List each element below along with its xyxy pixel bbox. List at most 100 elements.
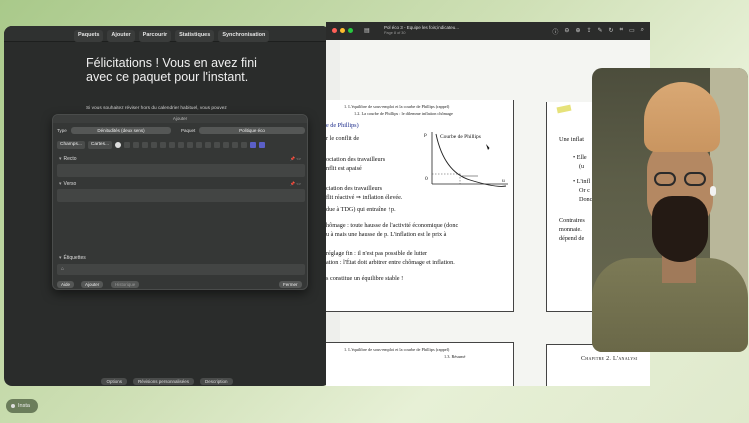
history-button[interactable]: Historique xyxy=(111,281,140,288)
nav-sync[interactable]: Synchronisation xyxy=(218,30,270,42)
nav-add[interactable]: Ajouter xyxy=(107,30,135,42)
pdf-page-2: 1. L'équilibre de sous-emploi et la cour… xyxy=(326,342,514,386)
text-line: (u xyxy=(579,163,585,170)
rotate-icon[interactable]: ↻ xyxy=(609,27,614,36)
align-icon[interactable] xyxy=(205,141,212,148)
search-icon[interactable]: ⌕ xyxy=(641,27,644,36)
collapse-icon[interactable]: ▾ xyxy=(59,181,62,187)
math-icon[interactable] xyxy=(232,141,239,148)
type-deck-row: Type Dénitudités (deux sens) Paquet Poli… xyxy=(57,127,305,135)
zoom-window-icon[interactable] xyxy=(348,28,353,33)
minimize-window-icon[interactable] xyxy=(340,28,345,33)
text-line: nflit est apaisé xyxy=(326,165,362,172)
back-field-pin-icon[interactable]: 📌 <> xyxy=(290,181,301,186)
pdf-toolbar: ⓘ ⊖ ⊕ ⇪ ✎ ↻ ⌗ ▭ ⌕ xyxy=(552,27,644,36)
note-type-select[interactable]: Dénitudités (deux sens) xyxy=(71,127,171,134)
front-field-input[interactable] xyxy=(57,164,305,177)
underline-icon[interactable] xyxy=(142,141,149,148)
recording-chip[interactable]: Insta xyxy=(6,399,38,413)
deck-select[interactable]: Politique éco xyxy=(199,127,305,134)
highlight-icon[interactable] xyxy=(187,141,194,148)
info-icon[interactable]: ⓘ xyxy=(552,27,558,36)
graph-label: Courbe de Phillips xyxy=(440,134,481,140)
phillips-curve xyxy=(435,133,507,187)
anki-bottom-bar: Options Révisions personnalisées Descrip… xyxy=(4,376,330,386)
sticky-note-icon[interactable] xyxy=(556,104,572,114)
text-line: Contraires xyxy=(559,217,585,224)
back-field-label: ▾ Verso xyxy=(59,181,77,187)
text-line: ociation des travailleurs xyxy=(326,156,386,163)
help-button[interactable]: Aide xyxy=(57,281,75,288)
fields-button[interactable]: Champs... xyxy=(57,140,85,149)
text-line: ation : l'État doit arbitrer entre chôma… xyxy=(326,259,455,266)
cards-button[interactable]: Cartes... xyxy=(87,140,113,149)
bold-icon[interactable] xyxy=(124,141,131,148)
congrats-title: Félicitations ! Vous en avez fini avec c… xyxy=(86,56,257,84)
text-line: • L'infl xyxy=(573,178,591,185)
graph-axis-u: u xyxy=(502,178,505,184)
nav-stats[interactable]: Statistiques xyxy=(175,30,215,42)
pdf-title: Pol éco 3 - Equipe les fois;indicateu... xyxy=(384,25,460,30)
type-label: Type xyxy=(57,128,67,133)
share-icon[interactable]: ⇪ xyxy=(586,27,591,36)
tag-icon: ⌂ xyxy=(61,266,65,272)
close-button[interactable]: Fermer xyxy=(279,281,302,288)
pdf-titlebar: ▤ Pol éco 3 - Equipe les fois;indicateu.… xyxy=(326,22,650,40)
collapse-icon[interactable]: ▾ xyxy=(59,255,62,261)
nav-browse[interactable]: Parcourir xyxy=(138,30,172,42)
record-icon[interactable] xyxy=(223,141,230,148)
text-line: ciation des travailleurs xyxy=(326,185,383,192)
image-icon[interactable] xyxy=(214,141,221,148)
tags-input[interactable]: ⌂ xyxy=(57,264,305,275)
chapter-title: Chapitre 2. L'analysi xyxy=(581,356,638,362)
pdf-page-indicator: Page 8 of 30 xyxy=(384,31,406,35)
html-icon[interactable] xyxy=(241,141,248,148)
text-line: hômage : toute hausse de l'activité écon… xyxy=(326,222,459,229)
page-header-1: 1. L'équilibre de sous-emploi et la cour… xyxy=(344,347,450,352)
sticky-icon[interactable] xyxy=(250,141,257,148)
graph-origin: 0 xyxy=(425,176,428,182)
superscript-icon[interactable] xyxy=(151,141,158,148)
text-line: s constitue un équilibre stable ! xyxy=(326,275,404,282)
section-heading: e de Phillips) xyxy=(326,122,359,129)
crop-icon[interactable]: ⌗ xyxy=(620,27,623,36)
graph-axis-p: p xyxy=(424,132,427,138)
editor-toolbar: Champs... Cartes... xyxy=(57,140,305,149)
person-beard xyxy=(652,196,708,262)
dialog-title: Ajouter xyxy=(53,115,307,123)
text-line: dépend de xyxy=(559,235,585,242)
anki-nav: Paquets Ajouter Parcourir Statistiques S… xyxy=(74,30,270,42)
close-window-icon[interactable] xyxy=(332,28,337,33)
options-button[interactable]: Options xyxy=(101,377,127,385)
webcam-overlay xyxy=(592,68,748,352)
anki-topbar: Paquets Ajouter Parcourir Statistiques S… xyxy=(4,26,330,42)
eraser-icon[interactable] xyxy=(169,141,176,148)
front-field-pin-icon[interactable]: 📌 <> xyxy=(290,156,301,161)
deck-label: Paquet xyxy=(181,128,196,133)
page-header-1: 1. L'équilibre de sous-emploi et la cour… xyxy=(344,104,450,109)
zoom-in-icon[interactable]: ⊕ xyxy=(575,27,580,36)
back-field-input[interactable] xyxy=(57,189,305,202)
zoom-out-icon[interactable]: ⊖ xyxy=(564,27,569,36)
page-header-2: 1.2. La courbe de Phillips : le dilemme … xyxy=(354,111,453,116)
add-button[interactable]: Ajouter xyxy=(81,281,104,288)
collapse-icon[interactable]: ▾ xyxy=(59,156,62,162)
subscript-icon[interactable] xyxy=(160,141,167,148)
custom-study-button[interactable]: Révisions personnalisées xyxy=(132,377,195,385)
congrats-subtitle: Si vous souhaitez réviser hors du calend… xyxy=(86,106,227,111)
description-button[interactable]: Description xyxy=(200,377,233,385)
highlight-tool-icon[interactable]: ▭ xyxy=(629,27,635,36)
cloze-icon[interactable] xyxy=(259,141,266,148)
nav-decks[interactable]: Paquets xyxy=(74,30,104,42)
color-picker-icon[interactable] xyxy=(115,141,122,148)
text-color-icon[interactable] xyxy=(178,141,185,148)
list-icon[interactable] xyxy=(196,141,203,148)
mouse-cursor-icon xyxy=(486,144,490,150)
italic-icon[interactable] xyxy=(133,141,140,148)
text-line: flit réactivé ⇒ inflation élevée. xyxy=(326,194,403,201)
person-glasses xyxy=(652,172,712,188)
text-line: due à TDG) qui entraîne ↑p. xyxy=(326,206,396,213)
sidebar-toggle-icon[interactable]: ▤ xyxy=(364,27,370,34)
earbud-icon xyxy=(710,186,716,196)
markup-icon[interactable]: ✎ xyxy=(598,27,603,36)
